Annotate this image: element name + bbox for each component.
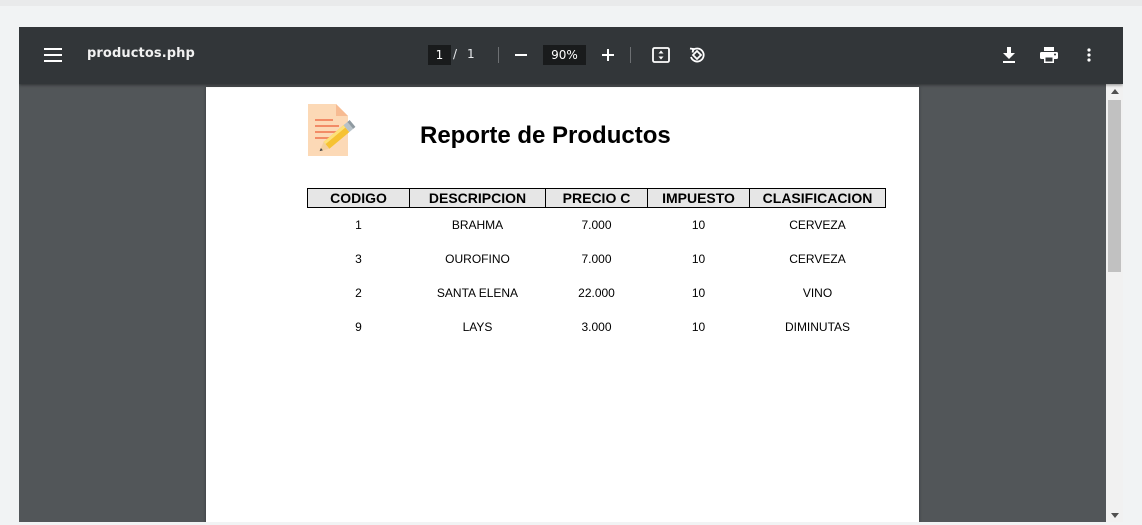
report-title: Reporte de Productos: [420, 122, 671, 149]
column-header-clasificacion: CLASIFICACION: [749, 188, 886, 208]
document-title: productos.php: [87, 46, 195, 61]
download-button[interactable]: [993, 39, 1025, 71]
page-number-input[interactable]: [428, 45, 451, 65]
scroll-up-arrow-icon: [1110, 88, 1119, 94]
cell-codigo: 3: [355, 252, 362, 266]
cell-impuesto: 10: [691, 218, 706, 232]
column-header-precio: PRECIO C: [545, 188, 648, 208]
cell-precio: 3.000: [581, 320, 612, 334]
download-icon: [1003, 47, 1015, 63]
cell-descripcion: OUROFINO: [445, 252, 510, 266]
pdf-page: Reporte de Productos CODIGO DESCRIPCION …: [206, 87, 919, 522]
print-button[interactable]: [1033, 39, 1065, 71]
menu-button[interactable]: [37, 39, 69, 71]
plus-icon: [602, 49, 614, 61]
cell-precio: 7.000: [581, 218, 612, 232]
zoom-out-button[interactable]: [505, 39, 537, 71]
toolbar-divider: [630, 47, 631, 63]
scroll-up-button[interactable]: [1106, 84, 1123, 98]
products-table: CODIGO DESCRIPCION PRECIO C IMPUESTO CLA…: [307, 188, 886, 344]
cell-clasificacion: DIMINUTAS: [784, 320, 851, 334]
cell-descripcion: SANTA ELENA: [436, 286, 519, 300]
column-header-impuesto: IMPUESTO: [647, 188, 750, 208]
table-row: 1 BRAHMA 7.000 10 CERVEZA: [308, 208, 886, 243]
cell-descripcion: LAYS: [462, 320, 493, 334]
printer-icon: [1040, 47, 1058, 63]
cell-codigo: 1: [355, 218, 362, 232]
cell-clasificacion: CERVEZA: [789, 252, 846, 266]
top-strip: [0, 0, 1142, 6]
notepad-pencil-icon: [308, 104, 356, 156]
table-row: 9 LAYS 3.000 10 DIMINUTAS: [308, 310, 886, 344]
cell-clasificacion: VINO: [802, 286, 833, 300]
pdf-toolbar: productos.php / 1: [19, 27, 1123, 84]
pdf-viewer: productos.php / 1: [19, 27, 1123, 522]
scroll-down-button[interactable]: [1106, 508, 1123, 522]
zoom-in-button[interactable]: [592, 39, 624, 71]
cell-codigo: 2: [355, 286, 362, 300]
scrollbar-thumb[interactable]: [1108, 100, 1121, 272]
zoom-level-input[interactable]: [543, 45, 586, 65]
toolbar-divider: [498, 47, 499, 63]
cell-precio: 22.000: [578, 286, 615, 300]
rotate-button[interactable]: [681, 39, 713, 71]
table-row: 2 SANTA ELENA 22.000 10 VINO: [308, 276, 886, 310]
column-header-codigo: CODIGO: [307, 188, 410, 208]
more-vertical-icon: [1087, 48, 1091, 62]
document-viewport[interactable]: Reporte de Productos CODIGO DESCRIPCION …: [19, 84, 1106, 522]
rotate-counterclockwise-icon: [689, 47, 705, 63]
page-separator: /: [453, 47, 458, 61]
column-header-descripcion: DESCRIPCION: [409, 188, 546, 208]
cell-codigo: 9: [355, 320, 362, 334]
hamburger-menu-icon: [44, 48, 62, 62]
cell-impuesto: 10: [691, 286, 706, 300]
scroll-down-arrow-icon: [1110, 512, 1119, 518]
table-header-row: CODIGO DESCRIPCION PRECIO C IMPUESTO CLA…: [307, 188, 886, 208]
total-pages: 1: [467, 47, 475, 61]
cell-clasificacion: CERVEZA: [789, 218, 846, 232]
fit-to-page-icon: [652, 47, 670, 63]
more-actions-button[interactable]: [1073, 39, 1105, 71]
minus-icon: [515, 54, 527, 56]
fit-to-page-button[interactable]: [645, 39, 677, 71]
table-row: 3 OUROFINO 7.000 10 CERVEZA: [308, 242, 886, 276]
cell-impuesto: 10: [691, 252, 706, 266]
cell-descripcion: BRAHMA: [451, 218, 504, 232]
vertical-scrollbar[interactable]: [1106, 84, 1123, 522]
cell-impuesto: 10: [691, 320, 706, 334]
cell-precio: 7.000: [581, 252, 612, 266]
